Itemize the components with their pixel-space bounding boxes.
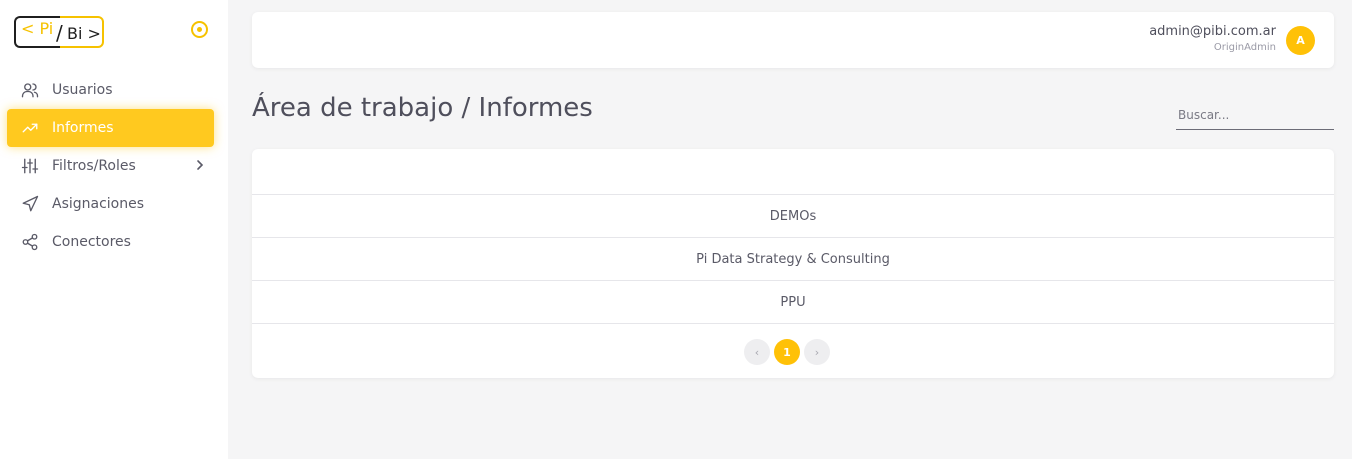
sidebar-item-conectores[interactable]: Conectores — [7, 223, 214, 261]
prev-page-button[interactable]: ‹ — [744, 339, 770, 365]
users-icon — [21, 81, 39, 99]
table-row[interactable]: PPU — [252, 281, 1334, 324]
table-header — [252, 149, 1334, 195]
sidebar: < Pi / Bi > Usuarios Informes Filtros/Ro… — [0, 0, 228, 459]
chevron-right-icon — [194, 158, 206, 176]
user-email: admin@pibi.com.ar — [1149, 24, 1276, 39]
table-row[interactable]: Pi Data Strategy & Consulting — [252, 238, 1334, 281]
user-role: OriginAdmin — [1213, 42, 1276, 53]
reports-table: DEMOs Pi Data Strategy & Consulting PPU … — [252, 149, 1334, 378]
search-input[interactable] — [1176, 100, 1334, 130]
trending-up-icon — [21, 119, 39, 137]
send-icon — [21, 195, 39, 213]
page-1-button[interactable]: 1 — [774, 339, 800, 365]
sidebar-item-usuarios[interactable]: Usuarios — [7, 71, 214, 109]
sidebar-item-label: Asignaciones — [52, 196, 145, 212]
pagination: ‹ 1 › — [744, 339, 830, 365]
sidebar-item-informes[interactable]: Informes — [7, 109, 214, 147]
sidebar-menu: Usuarios Informes Filtros/Roles Asignaci… — [7, 71, 214, 261]
sidebar-item-label: Filtros/Roles — [52, 158, 136, 174]
share-icon — [21, 233, 39, 251]
sidebar-item-filtros-roles[interactable]: Filtros/Roles — [7, 147, 214, 185]
sliders-icon — [21, 157, 39, 175]
logo-bi-text: Bi > — [67, 24, 101, 43]
top-header: admin@pibi.com.ar OriginAdmin A — [252, 12, 1334, 68]
app-logo[interactable]: < Pi / Bi > — [14, 16, 106, 50]
table-row[interactable]: DEMOs — [252, 195, 1334, 238]
logo-slash-text: / — [56, 21, 63, 45]
sidebar-item-asignaciones[interactable]: Asignaciones — [7, 185, 214, 223]
page-title: Área de trabajo / Informes — [252, 93, 593, 123]
sidebar-item-label: Conectores — [52, 234, 131, 250]
sidebar-toggle-icon[interactable] — [191, 21, 208, 38]
sidebar-item-label: Usuarios — [52, 82, 113, 98]
logo-pi-text: < Pi — [21, 19, 54, 38]
next-page-button[interactable]: › — [804, 339, 830, 365]
sidebar-item-label: Informes — [52, 120, 114, 136]
avatar[interactable]: A — [1286, 26, 1315, 55]
